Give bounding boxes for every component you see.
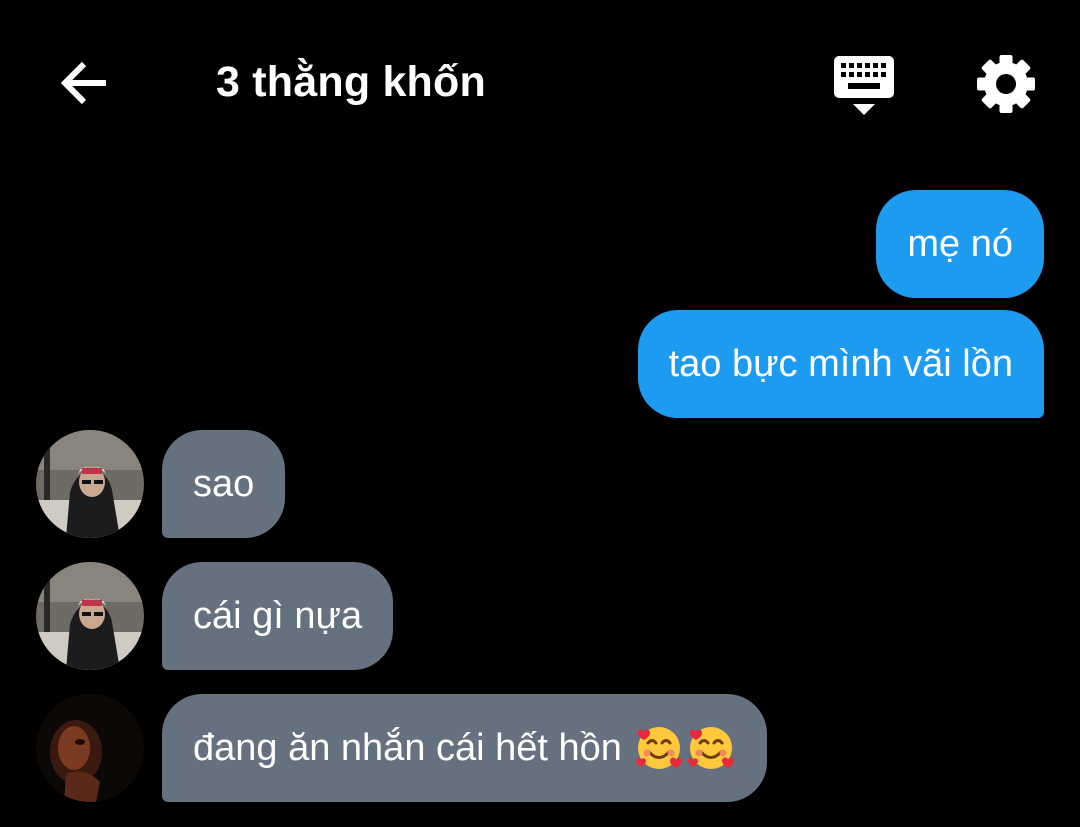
message-text: cái gì nựa (193, 594, 363, 637)
hooded-person-avatar (36, 430, 144, 538)
message-text: mẹ nó (907, 222, 1013, 265)
message-bubble-received[interactable]: cái gì nựa (162, 562, 394, 670)
message-bubble-received[interactable]: sao (162, 430, 286, 538)
keyboard-hide-button[interactable] (828, 50, 900, 120)
dark-portrait-avatar (36, 694, 144, 802)
smiling-face-with-hearts-icon (635, 727, 682, 769)
chat-header: 3 thằng khốn (0, 0, 1080, 170)
message-text: đang ăn nhắn cái hết hồn (193, 726, 622, 769)
hooded-person-avatar (36, 562, 144, 670)
gear-icon (977, 55, 1035, 113)
keyboard-hide-icon (834, 56, 894, 115)
avatar[interactable] (36, 430, 144, 538)
arrow-left-icon (60, 61, 106, 105)
avatar[interactable] (36, 562, 144, 670)
conversation-title: 3 thằng khốn (216, 58, 486, 106)
message-bubble-sent[interactable]: mẹ nó (876, 190, 1044, 298)
message-text: sao (193, 462, 255, 505)
message-text: tao bực mình vãi lồn (668, 342, 1013, 385)
settings-button[interactable] (972, 50, 1044, 118)
message-bubble-received[interactable]: đang ăn nhắn cái hết hồn (162, 694, 767, 802)
smiling-face-with-hearts-icon (687, 727, 734, 769)
message-bubble-sent[interactable]: tao bực mình vãi lồn (637, 310, 1044, 418)
back-button[interactable] (48, 52, 120, 114)
avatar[interactable] (36, 694, 144, 802)
